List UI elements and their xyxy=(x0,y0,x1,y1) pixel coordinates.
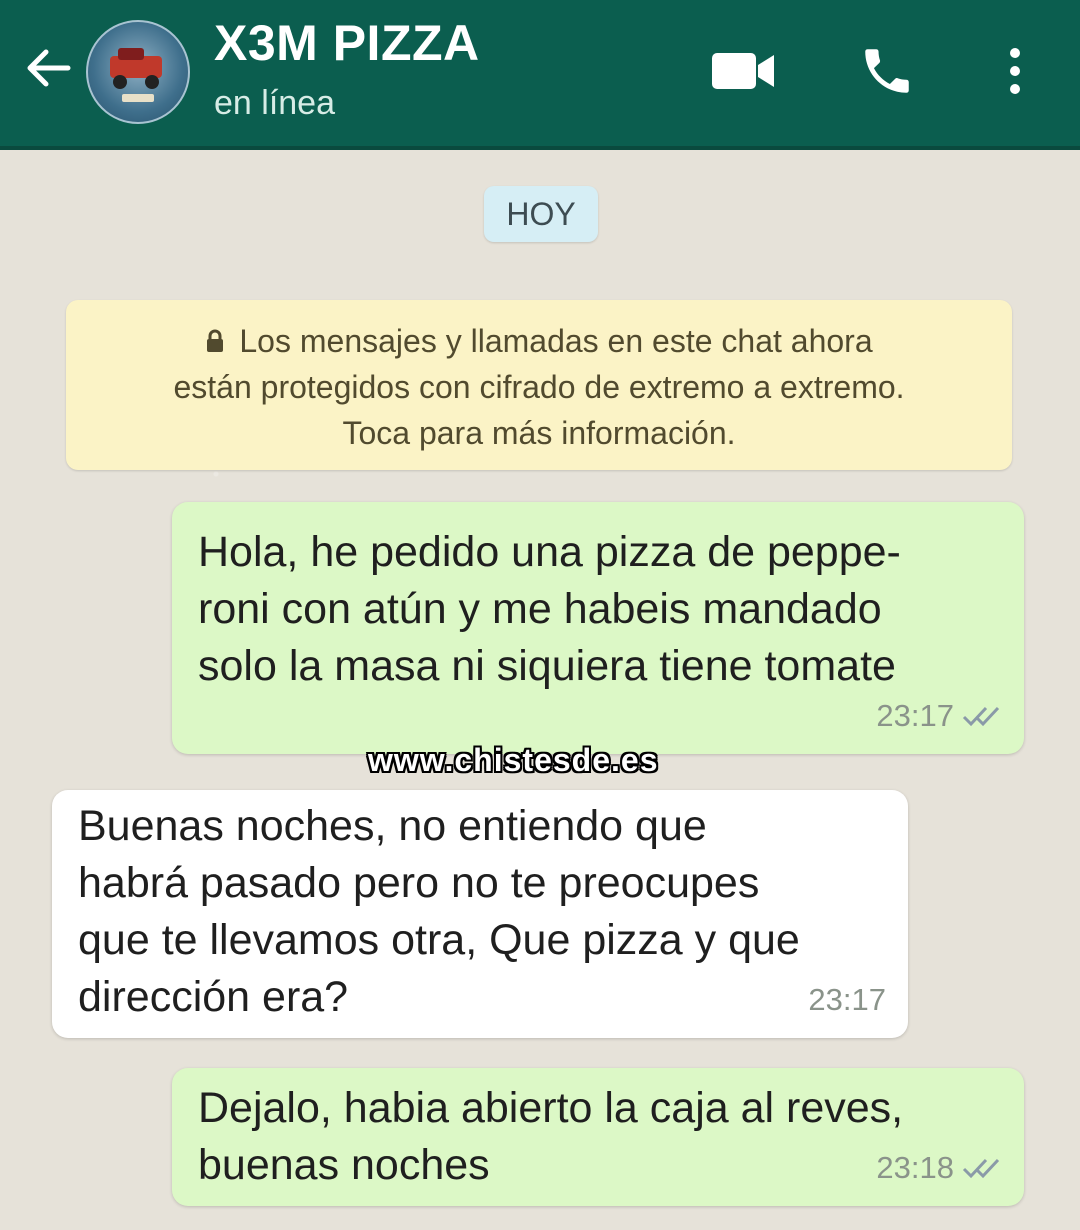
message-time: 23:17 xyxy=(808,982,886,1017)
avatar[interactable] xyxy=(86,20,190,124)
chat-header: X3M PIZZA en línea xyxy=(0,0,1080,150)
more-vertical-icon xyxy=(1010,48,1020,94)
read-double-check-icon xyxy=(962,706,1000,726)
encryption-notice-line2: están protegidos con cifrado de extremo … xyxy=(173,369,905,405)
message-bubble-outgoing[interactable]: Dejalo, habia abierto la caja al reves, … xyxy=(172,1068,1024,1206)
encryption-notice[interactable]: Los mensajes y llamadas en este chat aho… xyxy=(66,300,1012,470)
video-camera-icon xyxy=(712,53,774,89)
message-time: 23:18 xyxy=(876,1150,954,1185)
date-divider: HOY xyxy=(484,186,598,242)
more-options-button[interactable] xyxy=(980,36,1050,106)
contact-name[interactable]: X3M PIZZA xyxy=(214,14,480,72)
phone-icon xyxy=(865,49,909,93)
voice-call-button[interactable] xyxy=(852,36,922,106)
message-text: Buenas noches, no entiendo que habrá pas… xyxy=(78,802,800,1021)
encryption-notice-line3: Toca para más información. xyxy=(342,415,736,451)
message-bubble-incoming[interactable]: Buenas noches, no entiendo que habrá pas… xyxy=(52,790,908,1038)
back-button[interactable] xyxy=(20,40,76,96)
message-bubble-outgoing[interactable]: Hola, he pedido una pizza de peppe- roni… xyxy=(172,502,1024,754)
watermark-text: www.chistesde.es xyxy=(368,742,659,778)
message-meta: 23:17 xyxy=(876,687,1002,744)
message-meta: 23:18 xyxy=(876,1139,1002,1196)
message-meta: 23:17 xyxy=(808,971,886,1028)
video-call-button[interactable] xyxy=(708,36,778,106)
message-text: Hola, he pedido una pizza de peppe- roni… xyxy=(198,528,901,690)
contact-status: en línea xyxy=(214,84,335,122)
arrow-left-icon xyxy=(27,49,71,87)
lock-icon xyxy=(207,329,224,352)
read-double-check-icon xyxy=(962,1158,1000,1178)
pizza-logo-image xyxy=(110,48,162,102)
encryption-notice-line1: Los mensajes y llamadas en este chat aho… xyxy=(239,323,873,359)
message-time: 23:17 xyxy=(876,698,954,733)
